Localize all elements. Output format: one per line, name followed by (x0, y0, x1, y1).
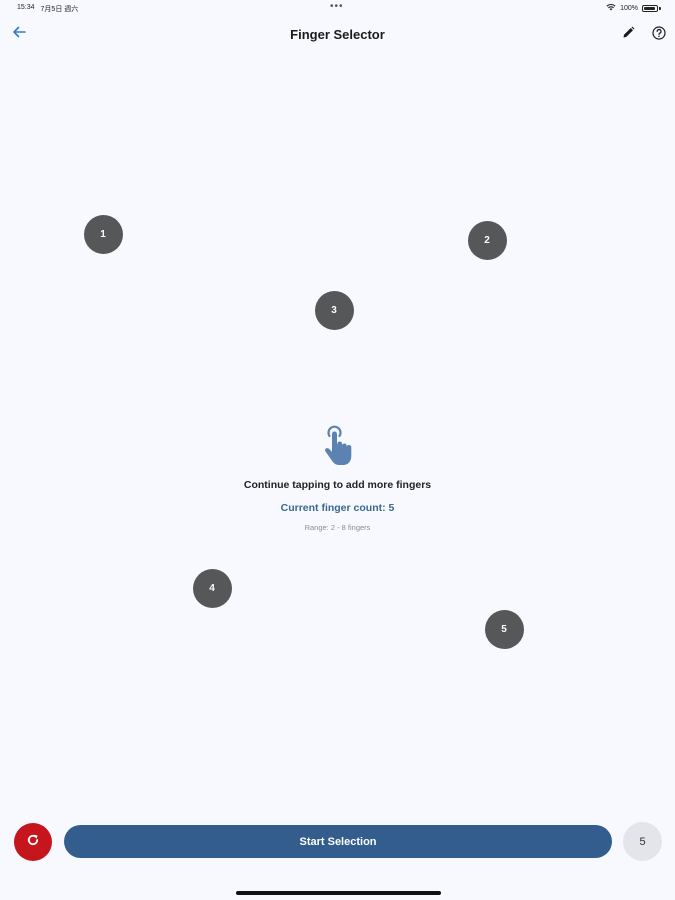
instruction-text: Continue tapping to add more fingers (243, 479, 432, 491)
page-title: Finger Selector (290, 27, 385, 42)
status-right: 100% (606, 3, 661, 13)
finger-marker-2[interactable]: 2 (467, 220, 507, 260)
help-button[interactable] (648, 24, 670, 46)
finger-marker-1[interactable]: 1 (83, 214, 123, 254)
finger-marker-4[interactable]: 4 (192, 568, 232, 608)
range-text: Range: 2 - 8 fingers (304, 523, 371, 532)
finger-count-badge: 5 (623, 822, 662, 861)
battery-percent: 100% (620, 4, 638, 12)
finger-count-text: Current finger count: 5 (280, 502, 395, 514)
instructions-panel: Continue tapping to add more fingers Cur… (0, 425, 675, 532)
touch-tap-icon (318, 425, 358, 467)
edit-button[interactable] (617, 24, 639, 46)
refresh-icon (26, 833, 40, 852)
battery-icon (642, 4, 658, 12)
finger-marker-3[interactable]: 3 (314, 290, 354, 330)
pencil-icon (622, 26, 635, 44)
status-date: 7月5日 週六 (40, 6, 79, 13)
wifi-icon (606, 3, 616, 13)
finger-marker-5[interactable]: 5 (484, 609, 524, 649)
status-left: 15:34 7月5日 週六 (17, 4, 78, 14)
help-circle-icon (652, 25, 666, 45)
finger-selector-screen[interactable]: 15:34 7月5日 週六 ••• 100% Finger Selector 1… (0, 0, 675, 900)
status-bar: 15:34 7月5日 週六 ••• 100% (0, 0, 675, 16)
multitasking-dots[interactable]: ••• (330, 1, 344, 12)
reset-button[interactable] (14, 823, 52, 861)
home-indicator[interactable] (236, 891, 441, 895)
start-selection-button[interactable]: Start Selection (64, 825, 612, 858)
battery-tip (659, 6, 661, 10)
app-bar: Finger Selector (0, 18, 675, 52)
status-time: 15:34 (17, 4, 35, 11)
